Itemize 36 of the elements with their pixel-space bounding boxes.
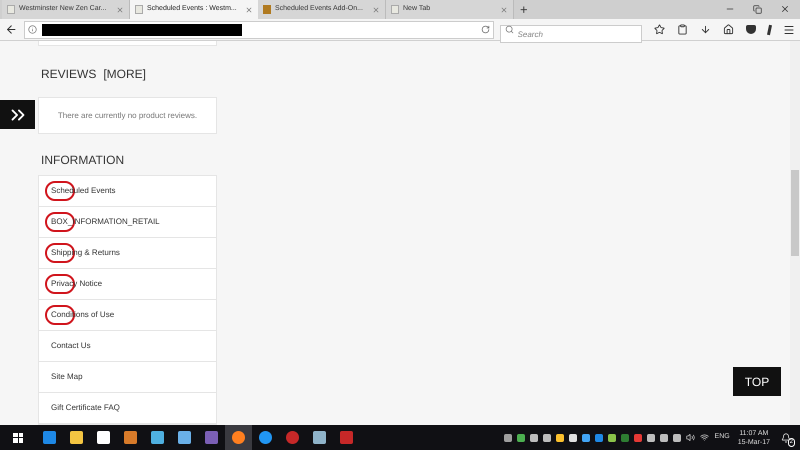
- clipboard-icon[interactable]: [677, 24, 688, 35]
- download-icon[interactable]: [700, 24, 711, 35]
- restore-icon[interactable]: [753, 5, 762, 14]
- search-field[interactable]: Search: [500, 25, 642, 43]
- section-heading: REVIEWS: [41, 66, 96, 83]
- sidebar-toggle-button[interactable]: [0, 100, 35, 129]
- close-icon[interactable]: [780, 4, 790, 14]
- top-button[interactable]: TOP: [733, 367, 781, 396]
- volume-icon[interactable]: [686, 433, 695, 442]
- taskbar-app-icon[interactable]: [232, 431, 245, 444]
- search-icon: [504, 25, 514, 34]
- favicon-icon: [391, 5, 399, 14]
- taskbar-app-icon[interactable]: [259, 431, 272, 444]
- favicon-icon: [135, 5, 143, 14]
- information-link[interactable]: Contact Us: [51, 340, 91, 352]
- wifi-icon[interactable]: [700, 433, 709, 442]
- reload-icon[interactable]: [480, 25, 490, 34]
- favicon-icon: [7, 5, 15, 14]
- more-link[interactable]: [MORE]: [103, 65, 146, 83]
- pocket-icon[interactable]: [746, 25, 756, 34]
- address-field[interactable]: [24, 20, 494, 38]
- favicon-icon: [263, 5, 271, 14]
- new-tab-button[interactable]: +: [514, 0, 534, 19]
- scrollbar-thumb[interactable]: [791, 170, 799, 256]
- home-icon[interactable]: [723, 24, 734, 35]
- information-link[interactable]: Site Map: [51, 371, 83, 383]
- taskbar-app-icon[interactable]: [286, 431, 299, 444]
- empty-message: There are currently no product reviews.: [58, 110, 198, 122]
- information-link[interactable]: Gift Certificate FAQ: [51, 402, 120, 414]
- section-heading: INFORMATION: [40, 152, 126, 169]
- menu-icon[interactable]: [783, 24, 795, 36]
- bookmark-star-icon[interactable]: [654, 24, 665, 35]
- notification-icon[interactable]: [781, 432, 791, 442]
- info-icon[interactable]: [28, 25, 37, 34]
- back-icon[interactable]: [5, 23, 18, 36]
- close-icon[interactable]: [245, 6, 253, 14]
